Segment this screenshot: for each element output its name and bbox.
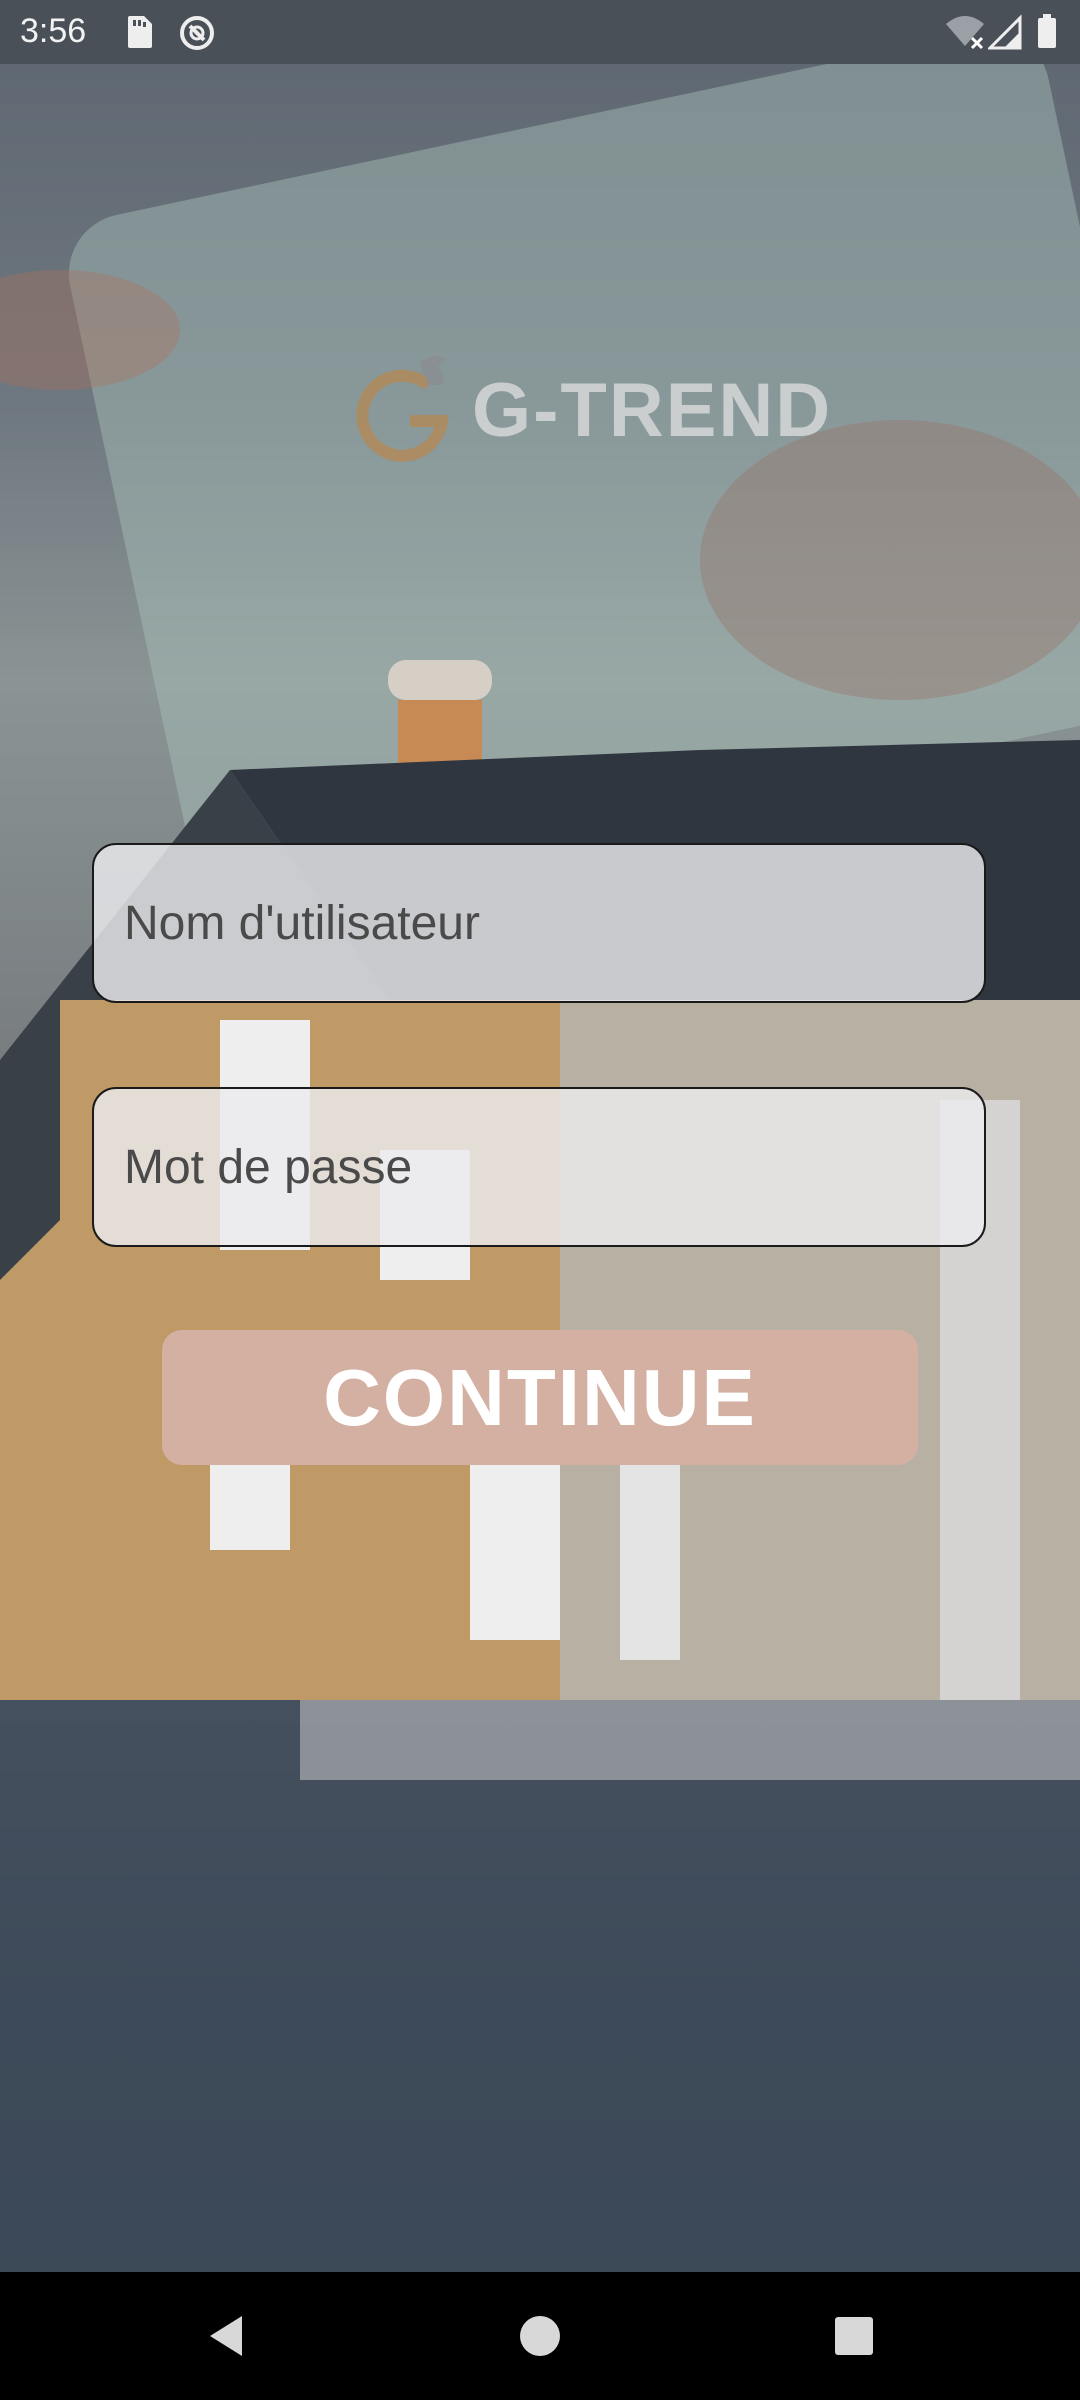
home-button[interactable] bbox=[480, 2272, 600, 2400]
app-logo: G-TREND bbox=[350, 345, 830, 465]
do-not-disturb-icon bbox=[178, 14, 216, 57]
battery-icon bbox=[1036, 14, 1058, 55]
logo-text: G-TREND bbox=[472, 368, 833, 453]
home-icon bbox=[520, 2316, 560, 2356]
wifi-off-icon bbox=[944, 14, 986, 55]
continue-button[interactable]: CONTINUE bbox=[162, 1330, 918, 1465]
logo-mark-icon bbox=[356, 355, 449, 462]
password-field[interactable] bbox=[92, 1087, 986, 1247]
status-bar: 3:56 bbox=[0, 0, 1080, 64]
navigation-bar bbox=[0, 2272, 1080, 2400]
sd-card-icon bbox=[124, 14, 154, 55]
cell-signal-icon bbox=[986, 14, 1022, 55]
recents-icon bbox=[835, 2317, 873, 2355]
username-input[interactable] bbox=[94, 845, 984, 1001]
back-icon bbox=[210, 2316, 242, 2356]
username-field[interactable] bbox=[92, 843, 986, 1003]
status-time: 3:56 bbox=[20, 12, 87, 50]
password-input[interactable] bbox=[94, 1089, 984, 1245]
recents-button[interactable] bbox=[794, 2272, 914, 2400]
back-button[interactable] bbox=[166, 2272, 286, 2400]
